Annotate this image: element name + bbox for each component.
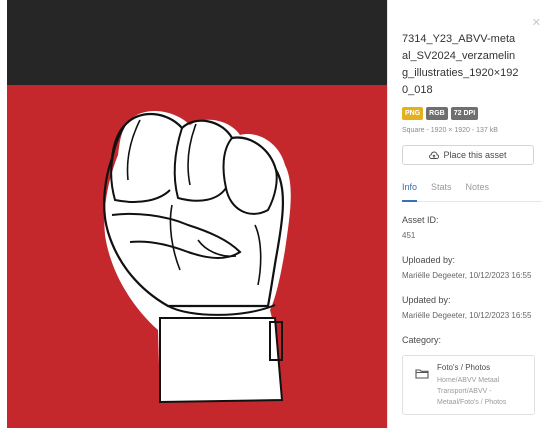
category-label: Category: <box>402 335 442 345</box>
raised-fist-illustration <box>103 110 291 404</box>
colorspace-badge: RGB <box>426 107 448 120</box>
uploaded-by-value: Mariëlle Degeeter, 10/12/2023 16:55 <box>402 271 532 280</box>
preview-left-edge <box>0 0 7 428</box>
asset-filename: 7314_Y23_ABVV-metaal_SV2024_verzameling_… <box>402 33 519 96</box>
tab-notes[interactable]: Notes <box>466 182 490 202</box>
asset-id-label: Asset ID: <box>402 215 439 225</box>
category-card[interactable]: Foto's / Photos Home/ABVV Metaal Transpo… <box>402 355 535 415</box>
tab-info[interactable]: Info <box>402 182 418 202</box>
uploaded-by-label: Uploaded by: <box>402 255 456 265</box>
format-badge-png: PNG <box>402 107 424 120</box>
close-icon[interactable]: ✕ <box>532 16 541 29</box>
asset-details-panel: ✕ 7314_Y23_ABVV-metaal_SV2024_verzamelin… <box>387 0 555 428</box>
asset-id-value: 451 <box>402 231 416 240</box>
dpi-badge: 72 DPI <box>450 107 479 120</box>
folder-icon <box>415 369 429 379</box>
cloud-upload-icon <box>429 151 440 159</box>
place-asset-label: Place this asset <box>443 150 507 160</box>
asset-dimensions: Square - 1920 × 1920 - 137 kB <box>402 127 498 134</box>
image-preview <box>0 0 387 428</box>
place-asset-button[interactable]: Place this asset <box>402 145 534 165</box>
updated-by-label: Updated by: <box>402 295 451 305</box>
tab-stats[interactable]: Stats <box>431 182 452 202</box>
category-path: Home/ABVV Metaal Transport/ABVV - Metaal… <box>437 377 507 406</box>
details-tabs: Info Stats Notes <box>402 182 542 202</box>
category-title: Foto's / Photos <box>437 363 491 372</box>
format-badges: PNG RGB 72 DPI <box>402 107 555 120</box>
updated-by-value: Mariëlle Degeeter, 10/12/2023 16:55 <box>402 311 532 320</box>
